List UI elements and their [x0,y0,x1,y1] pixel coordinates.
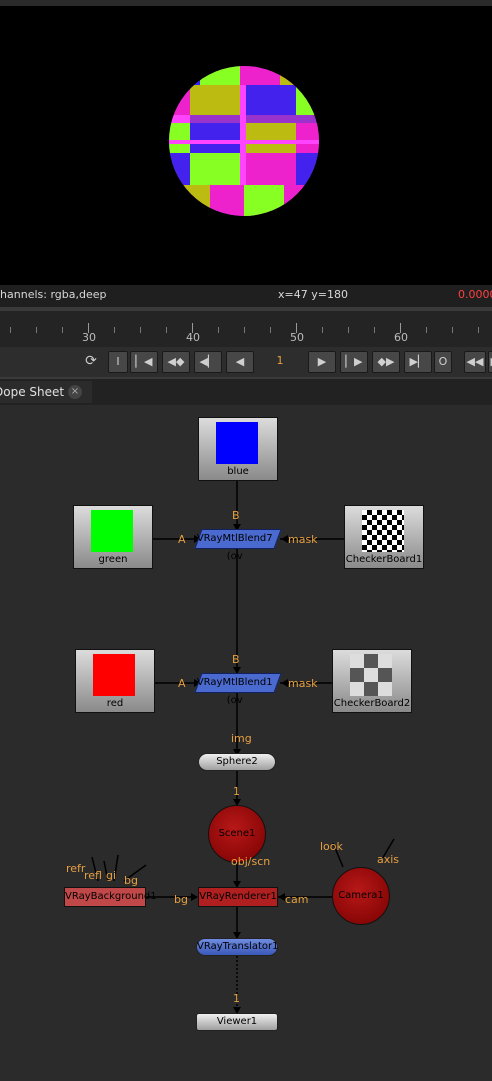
node-label: red [106,698,124,709]
current-frame-field[interactable]: 1 [268,351,292,371]
edge-label-look: look [320,840,343,853]
node-green[interactable]: green [73,505,153,569]
timeline-tick [452,327,453,333]
timeline-tick [36,327,37,333]
channels-readout: channels: rgba,deep [0,288,107,301]
node-checkerboard1[interactable]: CheckerBoard1 [344,505,424,569]
edge-label-cam: cam [285,893,309,906]
edge-label-a: A [178,533,186,546]
prev-keyframe-icon[interactable]: ◀◆ [162,351,190,373]
node-vraymtlblend1[interactable]: VRayMtlBlend1 (ov [194,673,282,706]
edge-arrowhead [281,535,288,543]
next-keyframe-icon[interactable]: ◆▶ [372,351,400,373]
pixel-coords-readout: x=47 y=180 [278,288,348,301]
color-swatch [91,510,133,552]
node-label: CheckerBoard1 [345,554,423,565]
in-point-button[interactable]: I [108,351,128,373]
checker-thumbnail [350,654,392,696]
edge-label-refr: refr [66,862,86,875]
timeline-tick [270,327,271,333]
timeline-tick [478,327,479,333]
timeline-tick [218,327,219,333]
edge-label-b: B [232,653,240,666]
timeline-tick [10,327,11,333]
play-backward-icon[interactable]: ◀ [226,351,254,373]
loop-icon[interactable]: ⟳ [80,351,102,371]
edge-label-mask: mask [288,533,318,546]
timeline-tick-label: 50 [290,331,304,344]
edge-label-img: img [231,732,252,745]
node-sphere2[interactable]: Sphere2 [198,753,276,771]
timeline-tick-label: 40 [186,331,200,344]
edge-label-refl: refl [84,869,102,882]
node-red[interactable]: red [75,649,155,713]
rendered-sphere-image [169,66,319,216]
edge-arrowhead [281,679,288,687]
node-camera1[interactable]: Camera1 [332,867,390,925]
node-blue[interactable]: blue [198,417,278,481]
viewer-canvas[interactable] [0,0,492,285]
tab-dope-sheet[interactable]: Dope Sheet × [0,381,92,403]
edge-label-mask: mask [288,677,318,690]
viewer-info-bar: channels: rgba,deep x=47 y=180 0.0000 [0,285,492,307]
edge-label-a: A [178,677,186,690]
edge-label-bg: bg [174,893,188,906]
node-vraytranslator1[interactable]: VRayTranslator1 [196,938,278,956]
tab-label: Dope Sheet [0,385,65,399]
timeline-tick [114,327,115,333]
checker-thumbnail [362,510,404,552]
node-label: VRayMtlBlend7 (ov [196,533,273,562]
timeline-tick [348,327,349,333]
timeline-tick [322,327,323,333]
node-graph[interactable]: blue green CheckerBoard1 red CheckerBoar… [0,405,492,1081]
playback-controls: ⟳ I ▏◀ ◀◆ ◀▏ ◀ 1 ▶ ▏▶ ◆▶ ▶▏ O ◀◀ ▶▶ [0,347,492,377]
timeline-tick [140,327,141,333]
node-label: CheckerBoard2 [333,698,411,709]
edge-label-axis: axis [377,853,400,866]
close-icon[interactable]: × [68,385,82,399]
last-frame-icon[interactable]: ▶▏ [404,351,432,373]
timeline-tick [374,327,375,333]
node-viewer1[interactable]: Viewer1 [196,1013,278,1031]
next-frame-icon[interactable]: ▏▶ [340,351,368,373]
node-vrayrenderer1[interactable]: VRayRenderer1 [198,887,278,907]
node-label: green [98,554,128,565]
out-point-button[interactable]: O [434,351,452,373]
timeline-tick [166,327,167,333]
timeline-tick-label: 30 [82,331,96,344]
color-swatch [216,422,258,464]
play-forward-icon[interactable]: ▶ [308,351,336,373]
first-frame-icon[interactable]: ▏◀ [130,351,158,373]
timeline-tick-label: 60 [394,331,408,344]
edge-label-objscn: obj/scn [231,855,271,868]
node-checkerboard2[interactable]: CheckerBoard2 [332,649,412,713]
timeline-tick [426,327,427,333]
panel-tab-bar: Dope Sheet × [0,377,492,405]
color-swatch [93,654,135,696]
rewind-icon[interactable]: ◀◀ [464,351,486,373]
node-vraybackground1[interactable]: VRayBackground1 [64,887,157,907]
prev-frame-icon[interactable]: ◀▏ [194,351,222,373]
timeline-tick [62,327,63,333]
edge-label-bg: bg [124,874,138,887]
edge-label-1: 1 [233,992,240,1005]
fast-forward-icon[interactable]: ▶▶ [488,351,492,373]
edge-label-gi: gi [106,869,117,882]
edge-label-b: B [232,509,240,522]
edge-arrowhead [278,893,285,901]
pixel-value-readout: 0.0000 [458,288,492,301]
timeline-ruler[interactable]: 30 40 50 60 [0,311,492,347]
edge-label-1: 1 [233,785,240,798]
node-label: blue [227,466,249,477]
edge-arrowhead [191,893,198,901]
timeline-tick [244,327,245,333]
node-vraymtlblend7[interactable]: VRayMtlBlend7 (ov [194,529,282,562]
node-label: VRayMtlBlend1 (ov [196,677,273,706]
